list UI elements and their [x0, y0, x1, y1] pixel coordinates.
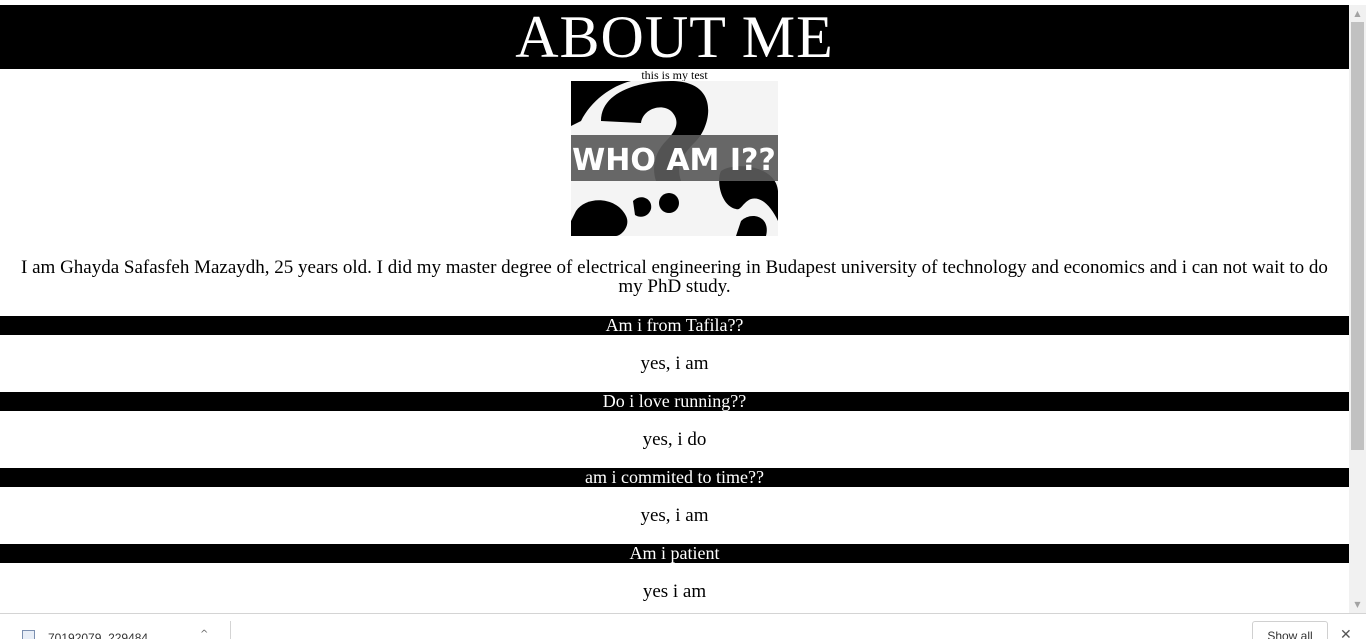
question-heading: am i commited to time?? — [0, 468, 1349, 487]
show-all-button[interactable]: Show all — [1252, 621, 1328, 639]
qa-item: Do i love running?? yes, i do — [0, 392, 1349, 468]
page-content: ABOUT ME this is my test WHO AM I?? I am… — [0, 5, 1349, 613]
answer-text: yes i am — [642, 581, 707, 602]
download-bar: 70192079_229484... ^ Show all ✕ — [0, 613, 1366, 639]
hero-image-caption: WHO AM I?? — [572, 143, 776, 178]
intro-paragraph: I am Ghayda Safasfeh Mazaydh, 25 years o… — [21, 257, 1328, 297]
scroll-down-arrow-icon[interactable]: ▼ — [1349, 596, 1366, 613]
answer-text: yes, i am — [640, 353, 709, 374]
answer-text: yes, i am — [640, 505, 709, 526]
close-icon[interactable]: ✕ — [1340, 627, 1352, 639]
vertical-scrollbar[interactable]: ▲ ▼ — [1349, 5, 1366, 613]
divider — [230, 621, 231, 639]
answer-text: yes, i do — [642, 429, 707, 450]
qa-list: Am i from Tafila?? yes, i am Do i love r… — [0, 316, 1349, 613]
question-heading: Am i patient — [0, 544, 1349, 563]
qa-item: Am i from Tafila?? yes, i am — [0, 316, 1349, 392]
page-title: ABOUT ME — [0, 5, 1349, 69]
question-heading: Do i love running?? — [0, 392, 1349, 411]
scroll-up-arrow-icon[interactable]: ▲ — [1349, 5, 1366, 22]
page-subtitle: this is my test — [641, 68, 708, 82]
qa-item: Am i patient yes i am — [0, 544, 1349, 613]
who-am-i-image: WHO AM I?? — [571, 81, 778, 236]
scroll-thumb[interactable] — [1351, 22, 1364, 450]
qa-item: am i commited to time?? yes, i am — [0, 468, 1349, 544]
question-heading: Am i from Tafila?? — [0, 316, 1349, 335]
